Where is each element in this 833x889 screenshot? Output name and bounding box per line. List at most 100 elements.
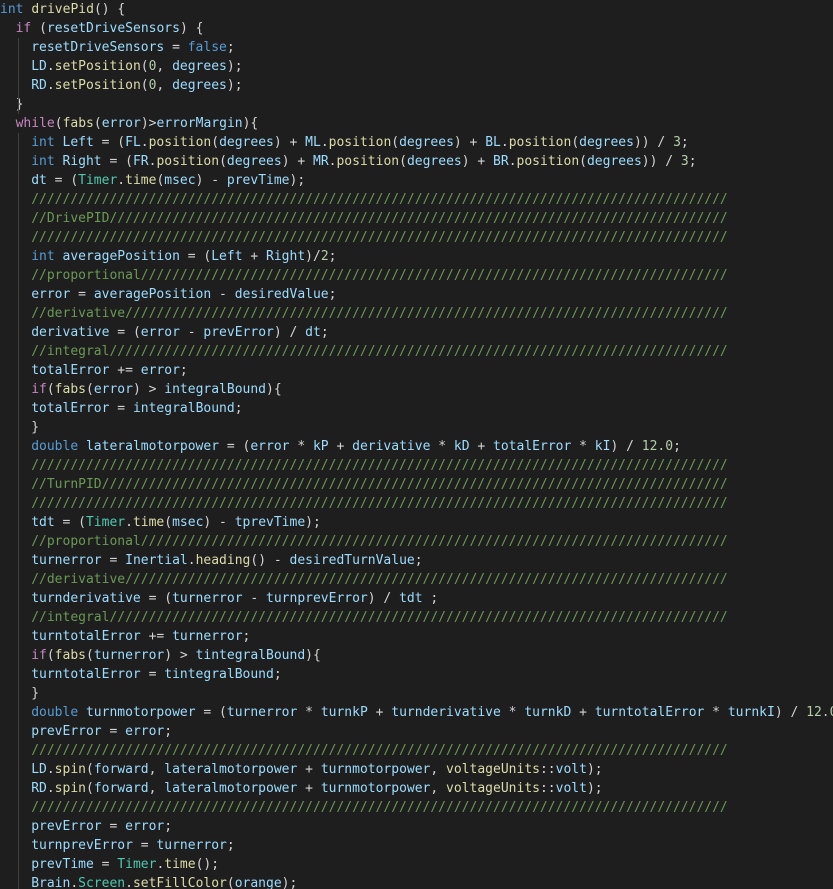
code-token: () { <box>93 2 126 17</box>
code-line[interactable]: //proportional//////////////////////////… <box>0 266 833 285</box>
code-token: resetDriveSensors <box>46 21 180 36</box>
code-token: = <box>101 553 126 568</box>
code-token: setPosition <box>54 78 141 93</box>
code-line[interactable]: //derivative////////////////////////////… <box>0 570 833 589</box>
code-line[interactable]: int Right = (FR.position(degrees) + MR.p… <box>0 152 833 171</box>
code-token: , <box>148 762 165 777</box>
code-line[interactable]: ////////////////////////////////////////… <box>0 494 833 513</box>
code-line[interactable]: //integral//////////////////////////////… <box>0 342 833 361</box>
indent-guide <box>17 190 19 209</box>
code-token: ( <box>579 154 587 169</box>
code-line[interactable]: turntotalError = tintegralBound; <box>0 665 833 684</box>
code-token: * <box>297 705 321 720</box>
indent-guide <box>17 342 19 361</box>
code-line[interactable]: turnderivative = (turnerror - turnprevEr… <box>0 589 833 608</box>
code-line[interactable]: turnerror = Inertial.heading() - desired… <box>0 551 833 570</box>
code-token: ////////////////////////////////////////… <box>31 192 728 207</box>
code-token: if <box>15 21 32 36</box>
code-token: error <box>250 439 290 454</box>
code-token: ( <box>219 154 227 169</box>
code-line[interactable]: int drivePid() { <box>0 0 833 19</box>
code-line[interactable]: } <box>0 418 833 437</box>
code-token: totalError <box>493 439 572 454</box>
code-token: degrees <box>172 59 227 74</box>
code-line[interactable]: dt = (Timer.time(msec) - prevTime); <box>0 171 833 190</box>
code-line[interactable]: derivative = (error - prevError) / dt; <box>0 323 833 342</box>
code-token: ); <box>226 78 243 93</box>
code-line[interactable]: if(fabs(turnerror) > tintegralBound){ <box>0 646 833 665</box>
code-token: :: <box>539 781 556 796</box>
code-token: double <box>31 439 79 454</box>
indent-guide <box>17 703 19 722</box>
code-token: = <box>109 401 133 416</box>
code-line[interactable]: double turnmotorpower = (turnerror * tur… <box>0 703 833 722</box>
code-token: * <box>430 439 454 454</box>
code-line[interactable]: //TurnPID///////////////////////////////… <box>0 475 833 494</box>
code-line[interactable]: LD.setPosition(0, degrees); <box>0 57 833 76</box>
code-token: position <box>328 135 392 150</box>
code-line[interactable]: resetDriveSensors = false; <box>0 38 833 57</box>
code-token: LD <box>31 762 47 777</box>
code-line[interactable]: ////////////////////////////////////////… <box>0 798 833 817</box>
code-token: spin <box>54 762 86 777</box>
code-line[interactable]: ////////////////////////////////////////… <box>0 456 833 475</box>
code-line[interactable]: while(fabs(error)>errorMargin){ <box>0 114 833 133</box>
code-token: integralBound <box>132 401 235 416</box>
code-line[interactable]: LD.spin(forward, lateralmotorpower + tur… <box>0 760 833 779</box>
code-line[interactable]: Brain.Screen.setFillColor(orange); <box>0 874 833 889</box>
indent-guide <box>17 532 19 551</box>
code-line[interactable]: totalError += error; <box>0 361 833 380</box>
code-token: ); <box>281 876 298 889</box>
code-line[interactable]: tdt = (Timer.time(msec) - tprevTime); <box>0 513 833 532</box>
code-line[interactable]: //derivative////////////////////////////… <box>0 304 833 323</box>
code-token: = ( <box>54 515 86 530</box>
code-token: * <box>289 439 313 454</box>
code-line[interactable]: if(fabs(error) > integralBound){ <box>0 380 833 399</box>
code-token: spin <box>54 781 86 796</box>
code-line[interactable]: int Left = (FL.position(degrees) + ML.po… <box>0 133 833 152</box>
indent-guide <box>17 646 19 665</box>
code-token: turnmotorpower <box>320 762 431 777</box>
indent-guide <box>17 171 19 190</box>
code-line[interactable]: if (resetDriveSensors) { <box>0 19 833 38</box>
code-token: forward <box>93 781 149 796</box>
code-token: ////////////////////////////////////////… <box>31 458 728 473</box>
code-line[interactable]: RD.setPosition(0, degrees); <box>0 76 833 95</box>
code-token: turnerror <box>172 591 243 606</box>
code-line[interactable]: totalError = integralBound; <box>0 399 833 418</box>
code-line[interactable]: turntotalError += turnerror; <box>0 627 833 646</box>
code-line[interactable]: //integral//////////////////////////////… <box>0 608 833 627</box>
code-line[interactable]: ////////////////////////////////////////… <box>0 190 833 209</box>
code-line[interactable]: double lateralmotorpower = (error * kP +… <box>0 437 833 456</box>
code-line[interactable]: } <box>0 684 833 703</box>
code-line[interactable]: prevTime = Timer.time(); <box>0 855 833 874</box>
code-line[interactable]: } <box>0 95 833 114</box>
code-line[interactable]: //DrivePID//////////////////////////////… <box>0 209 833 228</box>
code-editor[interactable]: int drivePid() {if (resetDriveSensors) {… <box>0 0 833 889</box>
code-line[interactable]: prevError = error; <box>0 817 833 836</box>
code-token: int <box>31 154 55 169</box>
code-line[interactable]: turnprevError = turnerror; <box>0 836 833 855</box>
code-token: //TurnPID///////////////////////////////… <box>31 477 728 492</box>
code-token: //integral//////////////////////////////… <box>31 344 728 359</box>
code-token: ) > <box>164 648 196 663</box>
code-token: volt <box>555 781 587 796</box>
code-line[interactable]: prevError = error; <box>0 722 833 741</box>
code-token: voltageUnits <box>446 762 540 777</box>
code-token: + <box>297 781 321 796</box>
code-line[interactable]: error = averagePosition - desiredValue; <box>0 285 833 304</box>
indent-guide <box>17 855 19 874</box>
code-token: position <box>336 154 400 169</box>
code-line[interactable]: //proportional//////////////////////////… <box>0 532 833 551</box>
code-token: = <box>101 724 126 739</box>
code-token: )) / <box>633 135 674 150</box>
code-token: ; <box>164 724 173 739</box>
code-token: ( <box>226 876 235 889</box>
code-line[interactable]: RD.spin(forward, lateralmotorpower + tur… <box>0 779 833 798</box>
code-token: 3 <box>673 135 681 150</box>
code-line[interactable]: ////////////////////////////////////////… <box>0 228 833 247</box>
code-line[interactable]: int averagePosition = (Left + Right)/2; <box>0 247 833 266</box>
code-token: ) / <box>610 439 642 454</box>
code-line[interactable]: ////////////////////////////////////////… <box>0 741 833 760</box>
